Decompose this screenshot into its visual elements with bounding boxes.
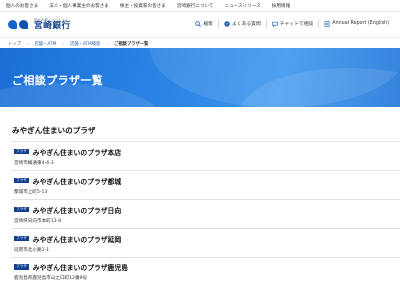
breadcrumb-item-search[interactable]: 店舗・ATM検索 xyxy=(70,41,100,47)
chat-icon xyxy=(272,21,278,27)
breadcrumb-item-current: ご相談プラザ一覧 xyxy=(113,41,149,47)
breadcrumb-separator: › xyxy=(26,41,29,46)
plaza-list: プラザ みやぎん住まいのプラザ本店 宮崎市橘通東4-4-3 プラザ みやぎん住ま… xyxy=(12,141,400,285)
nav-item-about[interactable]: 宮崎銀行について xyxy=(177,3,214,9)
breadcrumb-item-top[interactable]: トップ xyxy=(8,41,21,47)
nav-item-personal[interactable]: 個人のお客さま xyxy=(6,3,38,9)
plaza-item[interactable]: プラザ みやぎん住まいのプラザ鹿児島 鹿児島県鹿児島市山之口町12番9号 xyxy=(12,257,400,285)
plaza-address: 鹿児島県鹿児島市山之口町12番9号 xyxy=(14,276,88,281)
site-header: 地元の夢。いっしょに。 宮崎銀行 検索 ? よくある質問 チャットで相談 Ann… xyxy=(0,12,400,37)
page-title: ご相談プラザ一覧 xyxy=(12,74,104,87)
plaza-name[interactable]: みやぎん住まいのプラザ鹿児島 xyxy=(33,262,128,272)
breadcrumb-separator: › xyxy=(62,41,64,46)
plaza-tag: プラザ xyxy=(14,264,29,270)
breadcrumb-item-stores[interactable]: 店舗・ATM xyxy=(35,41,57,47)
plaza-tag: プラザ xyxy=(14,235,29,242)
search-button[interactable]: 検索 xyxy=(190,19,218,28)
faq-button[interactable]: ? よくある質問 xyxy=(217,19,266,28)
logo-mark xyxy=(8,19,30,30)
global-nav: 個人のお客さま 法人・個人事業主のお客さま 株主・投資家の皆さま 宮崎銀行につい… xyxy=(0,0,400,12)
breadcrumb-separator: › xyxy=(106,41,108,46)
search-icon xyxy=(195,20,202,27)
nav-item-news[interactable]: ニュースリリース xyxy=(224,3,260,9)
plaza-item[interactable]: プラザ みやぎん住まいのプラザ都城 都城市上町5-13 xyxy=(12,170,400,199)
plaza-name[interactable]: みやぎん住まいのプラザ日向 xyxy=(33,205,121,215)
section-title: みやぎん住まいのプラザ xyxy=(12,126,96,135)
logo-name: 宮崎銀行 xyxy=(34,20,71,31)
plaza-address: 宮崎県日向市本町13-9 xyxy=(14,218,62,224)
annual-report-label: Annual Report (English) xyxy=(332,21,389,26)
plaza-name[interactable]: みやぎん住まいのプラザ延岡 xyxy=(33,234,121,244)
bank-logo[interactable]: 地元の夢。いっしょに。 宮崎銀行 xyxy=(8,18,72,31)
nav-item-business[interactable]: 法人・個人事業主のお客さま xyxy=(49,3,109,9)
page-hero: ご相談プラザ一覧 xyxy=(0,48,400,107)
plaza-address: 宮崎市橘通東4-4-3 xyxy=(14,160,54,166)
plaza-address: 延岡市北小路1-1 xyxy=(14,247,50,253)
document-icon xyxy=(324,20,330,27)
header-actions: 検索 ? よくある質問 チャットで相談 Annual Report (Engli… xyxy=(190,19,394,28)
svg-text:?: ? xyxy=(226,21,228,26)
chat-button[interactable]: チャットで相談 xyxy=(265,19,319,28)
plaza-name[interactable]: みやぎん住まいのプラザ本店 xyxy=(33,147,121,157)
search-label: 検索 xyxy=(203,22,213,27)
annual-report-link[interactable]: Annual Report (English) xyxy=(318,19,394,28)
nav-item-investors[interactable]: 株主・投資家の皆さま xyxy=(120,3,166,9)
plaza-tag: プラザ xyxy=(14,206,29,213)
plaza-item[interactable]: プラザ みやぎん住まいのプラザ延岡 延岡市北小路1-1 xyxy=(12,228,400,257)
plaza-tag: プラザ xyxy=(14,148,29,155)
plaza-tag: プラザ xyxy=(14,177,29,184)
plaza-item[interactable]: プラザ みやぎん住まいのプラザ本店 宮崎市橘通東4-4-3 xyxy=(12,141,400,170)
plaza-item[interactable]: プラザ みやぎん住まいのプラザ日向 宮崎県日向市本町13-9 xyxy=(12,199,400,228)
chat-label: チャットで相談 xyxy=(279,22,314,27)
nav-item-recruit[interactable]: 採用情報 xyxy=(272,3,290,9)
plaza-name[interactable]: みやぎん住まいのプラザ都城 xyxy=(33,176,121,186)
plaza-address: 都城市上町5-13 xyxy=(14,189,48,195)
faq-label: よくある質問 xyxy=(231,22,261,27)
question-icon: ? xyxy=(224,20,230,27)
